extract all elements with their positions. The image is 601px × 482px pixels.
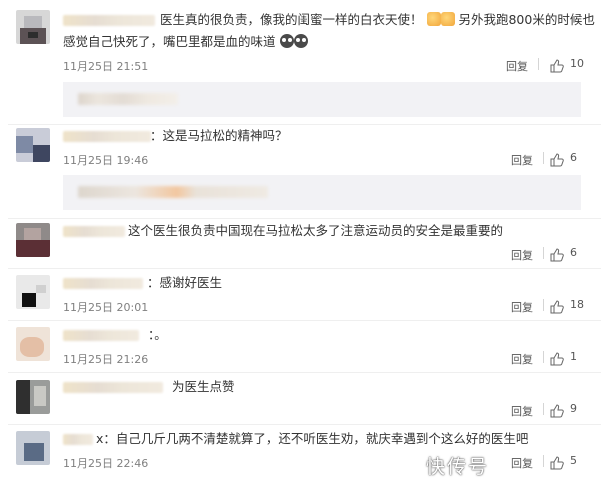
crying-face-emoji-icon <box>293 34 308 48</box>
divider <box>543 455 544 467</box>
divider <box>543 403 544 415</box>
like-count: 1 <box>570 350 577 363</box>
avatar[interactable] <box>16 431 50 465</box>
timestamp: 11月25日 20:01 <box>63 301 149 314</box>
reply-preview-box <box>63 82 581 117</box>
username-blurred[interactable] <box>63 226 125 237</box>
like-button[interactable]: 6 <box>550 151 577 167</box>
like-button[interactable]: 1 <box>550 350 577 366</box>
separator <box>8 124 601 125</box>
reply-button[interactable]: 回复 <box>511 299 533 315</box>
reply-preview-blurred <box>78 93 178 105</box>
comment-text-line2: 感觉自己快死了，嘴巴里都是血的味道 <box>63 33 308 51</box>
like-count: 5 <box>570 454 577 467</box>
separator <box>8 268 601 269</box>
like-count: 6 <box>570 151 577 164</box>
reply-button[interactable]: 回复 <box>511 455 533 471</box>
divider <box>543 351 544 363</box>
reply-button[interactable]: 回复 <box>511 247 533 263</box>
divider <box>543 299 544 311</box>
avatar[interactable] <box>16 380 50 414</box>
username-blurred[interactable] <box>63 434 93 445</box>
watermark: 快传号 <box>426 456 490 478</box>
reply-button[interactable]: 回复 <box>511 152 533 168</box>
divider <box>543 247 544 259</box>
avatar[interactable] <box>16 10 50 44</box>
thumbs-up-emoji-icon <box>440 12 455 26</box>
comment-text: 为医生点赞 <box>172 379 235 394</box>
thumbs-up-outline-icon <box>550 404 564 418</box>
comment-text: ：。 <box>148 327 167 342</box>
reply-preview-blurred <box>78 186 268 198</box>
username-blurred[interactable] <box>63 131 151 142</box>
avatar[interactable] <box>16 128 50 162</box>
avatar[interactable] <box>16 275 50 309</box>
timestamp: 11月25日 22:46 <box>63 457 149 470</box>
comment-text: 医生真的很负责，像我的闺蜜一样的白衣天使！ 另外我跑800米的时候也 <box>160 12 595 27</box>
separator <box>8 218 601 219</box>
divider <box>543 152 544 164</box>
separator <box>8 320 601 321</box>
like-count: 9 <box>570 402 577 415</box>
reply-button[interactable]: 回复 <box>506 58 528 74</box>
crying-face-emoji-icon <box>279 34 294 48</box>
like-count: 18 <box>570 298 584 311</box>
username-blurred[interactable] <box>63 15 155 26</box>
thumbs-up-outline-icon <box>550 300 564 314</box>
thumbs-up-outline-icon <box>550 248 564 262</box>
reply-preview-box <box>63 175 581 210</box>
username-blurred[interactable] <box>63 278 143 289</box>
like-button[interactable]: 6 <box>550 246 577 262</box>
username-blurred[interactable] <box>63 382 163 393</box>
thumbs-up-outline-icon <box>550 153 564 167</box>
timestamp: 11月25日 21:51 <box>63 60 149 73</box>
like-button[interactable]: 9 <box>550 402 577 418</box>
comment-text: ：这是马拉松的精神吗？ <box>150 128 288 143</box>
thumbs-up-outline-icon <box>550 59 564 73</box>
comment-text: x：自己几斤几两不清楚就算了，还不听医生劝，就庆幸遇到个这么好的医生吧 <box>96 431 529 446</box>
thumbs-up-outline-icon <box>550 456 564 470</box>
thumbs-up-outline-icon <box>550 352 564 366</box>
separator <box>8 424 601 425</box>
timestamp: 11月25日 21:26 <box>63 353 149 366</box>
comment-text: 这个医生很负责中国现在马拉松太多了注意运动员的安全是最重要的 <box>128 223 504 238</box>
like-button[interactable]: 5 <box>550 454 577 470</box>
username-blurred[interactable] <box>63 330 139 341</box>
comment-text: ：感谢好医生 <box>147 275 223 290</box>
divider <box>538 58 539 70</box>
timestamp: 11月25日 19:46 <box>63 154 149 167</box>
reply-button[interactable]: 回复 <box>511 403 533 419</box>
like-count: 6 <box>570 246 577 259</box>
like-button[interactable]: 10 <box>550 57 584 73</box>
avatar[interactable] <box>16 223 50 257</box>
avatar[interactable] <box>16 327 50 361</box>
separator <box>8 372 601 373</box>
thumbs-up-emoji-icon <box>426 12 441 26</box>
like-button[interactable]: 18 <box>550 298 584 314</box>
like-count: 10 <box>570 57 584 70</box>
reply-button[interactable]: 回复 <box>511 351 533 367</box>
